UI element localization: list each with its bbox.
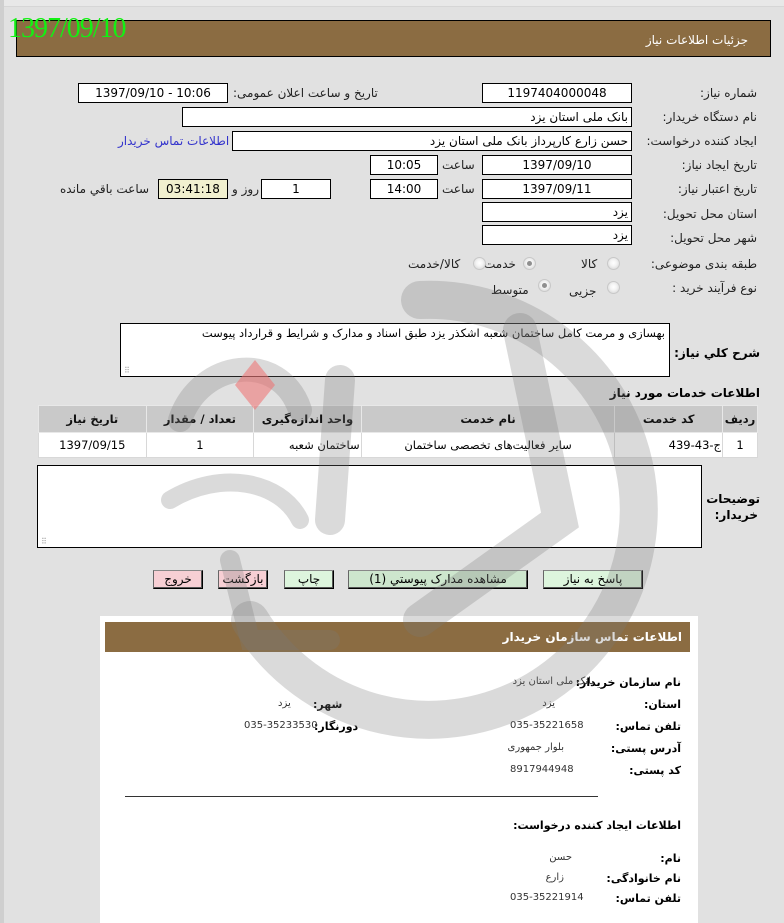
- contact-fax-label: دورنگار:: [314, 720, 359, 733]
- contact-phone-value: 035-35221658: [510, 720, 584, 731]
- resize-grip-icon[interactable]: ⠿: [124, 367, 130, 375]
- contact-phone-label: تلفن تماس:: [615, 720, 681, 733]
- category-option-service: خدمت: [484, 257, 516, 271]
- col-service-code: کد خدمت: [614, 405, 723, 433]
- province-label: استان محل تحویل:: [662, 207, 757, 221]
- purchase-radio-medium[interactable]: [538, 279, 551, 292]
- contact-divider: [125, 796, 598, 797]
- created-time-field: 10:05: [370, 155, 438, 175]
- top-strip: [4, 0, 784, 7]
- contact-postal-label: کد پستی:: [629, 764, 681, 777]
- contact-panel-header: اطلاعات تماس سازمان خریدار: [105, 622, 690, 652]
- remaining-label: ساعت باقي مانده: [60, 182, 150, 196]
- validity-date-label: تاریخ اعتبار نیاز:: [677, 182, 757, 196]
- days-label: روز و: [232, 182, 259, 196]
- table-row: 1 ج-43-439 سایر فعالیت‌های تخصصی ساختمان…: [38, 432, 759, 458]
- city-label: شهر محل تحویل:: [670, 231, 757, 245]
- buyer-contact-panel: اطلاعات تماس سازمان خریدار نام سازمان خر…: [100, 616, 698, 923]
- services-table: ردیف کد خدمت نام خدمت واحد اندازه‌گیری ت…: [38, 405, 759, 458]
- description-text: بهسازی و مرمت کامل ساختمان شعبه اشکذر یز…: [201, 326, 665, 340]
- col-service-name: نام خدمت: [360, 405, 616, 433]
- table-header-row: ردیف کد خدمت نام خدمت واحد اندازه‌گیری ت…: [38, 405, 759, 433]
- back-button[interactable]: بازگشت: [218, 570, 268, 589]
- cell-need-date: 1397/09/15: [38, 432, 147, 458]
- cell-unit: ساختمان شعبه: [253, 432, 362, 458]
- category-radio-goods[interactable]: [607, 257, 620, 270]
- cell-quantity: 1: [145, 432, 255, 458]
- creator-phone-label: تلفن تماس:: [615, 892, 681, 905]
- contact-org-value: بانک ملی استان یزد: [512, 676, 594, 687]
- col-row-number: ردیف: [721, 405, 759, 433]
- buyer-org-label: نام دستگاه خریدار:: [662, 110, 758, 124]
- category-option-goods: کالا: [581, 257, 598, 271]
- buyer-org-field: بانک ملی استان یزد: [182, 107, 632, 127]
- exit-button[interactable]: خروج: [153, 570, 203, 589]
- category-label: طبقه بندی موضوعی:: [650, 257, 757, 271]
- services-section-title: اطلاعات خدمات مورد نیاز: [609, 386, 760, 400]
- contact-fax-value: 035-35233530: [244, 720, 318, 731]
- cell-service-code: ج-43-439: [614, 432, 723, 458]
- contact-province-label: استان:: [644, 698, 681, 711]
- creator-first-name-label: نام:: [660, 852, 681, 865]
- purchase-option-medium: متوسط: [491, 283, 529, 297]
- col-quantity: تعداد / مقدار: [145, 405, 255, 433]
- creator-last-name-label: نام خانوادگی:: [606, 872, 681, 885]
- purchase-type-label: نوع فرآیند خرید :: [672, 281, 757, 295]
- category-option-goods-service: کالا/خدمت: [408, 257, 461, 271]
- created-time-label: ساعت: [442, 158, 475, 172]
- col-need-date: تاریخ نیاز: [38, 405, 147, 433]
- city-field: یزد: [482, 225, 632, 245]
- contact-postal-value: 8917944948: [510, 764, 574, 775]
- announce-field: 1397/09/10 - 10:06: [78, 83, 228, 103]
- need-number-label: شماره نیاز:: [700, 86, 757, 100]
- description-textarea[interactable]: بهسازی و مرمت کامل ساختمان شعبه اشکذر یز…: [120, 323, 670, 377]
- validity-time-field: 14:00: [370, 179, 438, 199]
- category-radio-service[interactable]: [523, 257, 536, 270]
- contact-city-value: یزد: [278, 698, 291, 709]
- creator-last-name-value: زارع: [545, 872, 564, 883]
- cell-row-number: 1: [721, 432, 759, 458]
- view-attachments-button[interactable]: مشاهده مدارک پیوستي (1): [348, 570, 528, 589]
- created-date-field: 1397/09/10: [482, 155, 632, 175]
- created-date-label: تاریخ ایجاد نیاز:: [681, 158, 757, 172]
- announce-label: تاریخ و ساعت اعلان عمومی:: [233, 86, 378, 100]
- purchase-radio-minor[interactable]: [607, 281, 620, 294]
- creator-section-title: اطلاعات ایجاد کننده درخواست:: [513, 819, 681, 832]
- contact-address-value: بلوار جمهوری: [507, 742, 564, 753]
- col-unit: واحد اندازه‌گیری: [253, 405, 362, 433]
- remaining-time-field: 03:41:18: [158, 179, 228, 199]
- requester-label: ایجاد کننده درخواست:: [646, 134, 757, 148]
- category-radio-goods-service[interactable]: [473, 257, 486, 270]
- resize-grip-icon[interactable]: ⠿: [41, 538, 47, 546]
- creator-phone-value: 035-35221914: [510, 892, 584, 903]
- requester-field: حسن زارع کارپرداز بانک ملی استان یزد: [232, 131, 632, 151]
- buyer-notes-label-line2: خریدار:: [714, 508, 758, 522]
- purchase-option-minor: جزیی: [569, 284, 597, 298]
- remaining-days-field: 1: [261, 179, 331, 199]
- cell-service-name: سایر فعالیت‌های تخصصی ساختمان: [360, 432, 616, 458]
- contact-address-label: آدرس پستی:: [610, 742, 681, 755]
- stamp-date: 1397/09/10: [8, 13, 127, 44]
- buyer-notes-label-line1: توضیحات: [706, 492, 760, 506]
- print-button[interactable]: چاپ: [284, 570, 334, 589]
- validity-date-field: 1397/09/11: [482, 179, 632, 199]
- description-label: شرح کلي نياز:: [674, 346, 760, 360]
- province-field: یزد: [482, 202, 632, 222]
- buyer-notes-textarea[interactable]: ⠿: [37, 465, 702, 548]
- contact-city-label: شهر:: [313, 698, 343, 711]
- window-left-edge: [0, 0, 4, 923]
- reply-button[interactable]: پاسخ به نیاز: [543, 570, 643, 589]
- contact-panel-title: اطلاعات تماس سازمان خریدار: [502, 630, 682, 644]
- page-header: جزئیات اطلاعات نیاز: [16, 20, 771, 57]
- validity-time-label: ساعت: [442, 182, 475, 196]
- page-title: جزئیات اطلاعات نیاز: [645, 33, 748, 47]
- contact-province-value: یزد: [542, 698, 555, 709]
- creator-first-name-value: حسن: [549, 852, 572, 863]
- need-number-field: 1197404000048: [482, 83, 632, 103]
- buyer-contact-link[interactable]: اطلاعات تماس خریدار: [118, 134, 229, 148]
